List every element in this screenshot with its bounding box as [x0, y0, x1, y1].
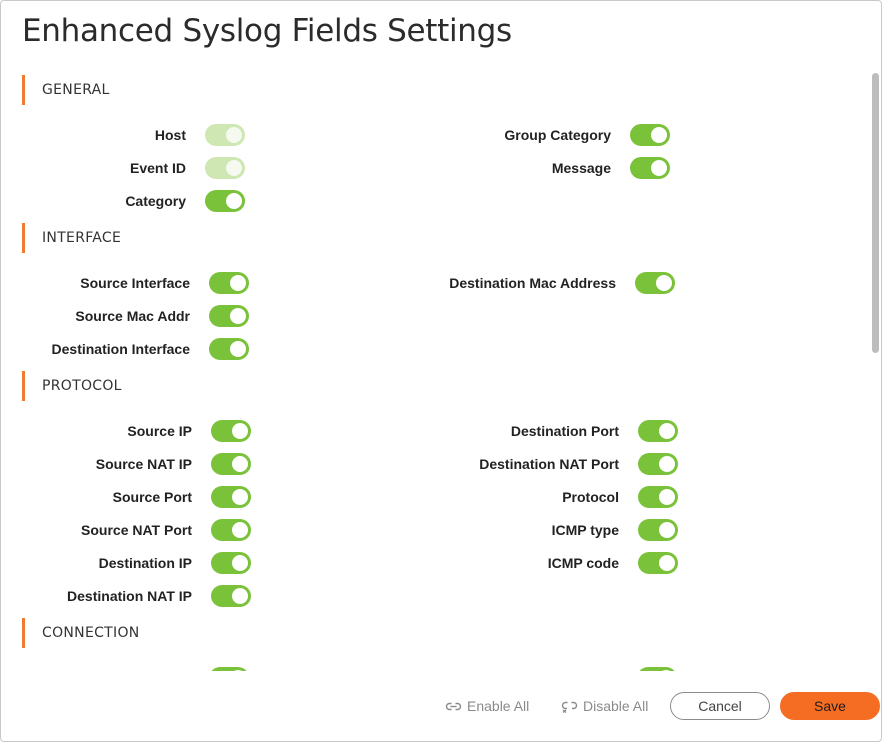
dialog-title: Enhanced Syslog Fields Settings: [22, 13, 512, 49]
section-header-general: GENERAL: [22, 75, 110, 105]
toggle-knob: [230, 308, 246, 324]
disable-all-button[interactable]: Disable All: [561, 698, 648, 714]
settings-scroll-area[interactable]: GENERAL Host Event ID Category Group Cat…: [1, 71, 869, 671]
save-button[interactable]: Save: [780, 692, 880, 720]
toggle-knob: [659, 522, 675, 538]
toggle-destination-ip[interactable]: [211, 552, 251, 574]
toggle-knob: [226, 127, 242, 143]
enable-all-label: Enable All: [467, 698, 530, 714]
toggle-icmp-type[interactable]: [638, 519, 678, 541]
toggle-source-nat-ip[interactable]: [211, 453, 251, 475]
field-label-source-nat-ip: Source NAT IP: [95, 456, 192, 472]
field-label-source-mac-addr: Source Mac Addr: [75, 308, 190, 324]
toggle-host[interactable]: [205, 124, 245, 146]
toggle-knob: [232, 489, 248, 505]
field-label-destination-interface: Destination Interface: [51, 341, 190, 357]
toggle-knob: [659, 489, 675, 505]
toggle-knob: [232, 456, 248, 472]
toggle-knob: [651, 127, 667, 143]
toggle-knob: [226, 160, 242, 176]
toggle-knob: [658, 670, 674, 671]
toggle-knob: [232, 588, 248, 604]
field-label-event-id: Event ID: [129, 160, 186, 176]
enable-all-button[interactable]: Enable All: [445, 698, 529, 714]
toggle-source-nat-port[interactable]: [211, 519, 251, 541]
field-label-source-nat-port: Source NAT Port: [81, 522, 192, 538]
toggle-knob: [230, 670, 246, 671]
toggle-destination-nat-ip[interactable]: [211, 585, 251, 607]
field-label-host: Host: [154, 127, 186, 143]
toggle-knob: [230, 341, 246, 357]
cancel-button[interactable]: Cancel: [670, 692, 770, 720]
field-label-destination-nat-port: Destination NAT Port: [479, 456, 619, 472]
section-header-connection: CONNECTION: [22, 618, 140, 648]
field-label-destination-mac-address: Destination Mac Address: [449, 275, 616, 291]
toggle-connection-partial-right[interactable]: [637, 667, 677, 671]
field-label-message: Message: [551, 160, 611, 176]
field-label-group-category: Group Category: [504, 127, 611, 143]
toggle-knob: [659, 423, 675, 439]
toggle-knob: [232, 555, 248, 571]
toggle-icmp-code[interactable]: [638, 552, 678, 574]
field-label-destination-ip: Destination IP: [98, 555, 192, 571]
field-label-source-ip: Source IP: [127, 423, 192, 439]
toggle-event-id[interactable]: [205, 157, 245, 179]
toggle-knob: [659, 456, 675, 472]
toggle-group-category[interactable]: [630, 124, 670, 146]
field-label-protocol: Protocol: [562, 489, 619, 505]
scrollbar-thumb[interactable]: [872, 73, 879, 353]
toggle-destination-port[interactable]: [638, 420, 678, 442]
toggle-protocol[interactable]: [638, 486, 678, 508]
section-header-interface: INTERFACE: [22, 223, 121, 253]
toggle-knob: [232, 423, 248, 439]
field-label-destination-port: Destination Port: [510, 423, 619, 439]
toggle-destination-mac-address[interactable]: [635, 272, 675, 294]
toggle-knob: [651, 160, 667, 176]
field-label-icmp-type: ICMP type: [551, 522, 619, 538]
link-icon: [445, 702, 462, 711]
toggle-source-port[interactable]: [211, 486, 251, 508]
field-label-source-port: Source Port: [112, 489, 192, 505]
toggle-knob: [656, 275, 672, 291]
dialog-footer: Enable All Disable All Cancel Save: [1, 677, 881, 737]
toggle-source-mac-addr[interactable]: [209, 305, 249, 327]
disable-all-label: Disable All: [583, 698, 649, 714]
toggle-destination-nat-port[interactable]: [638, 453, 678, 475]
unlink-icon: [561, 701, 578, 713]
field-label-destination-nat-ip: Destination NAT IP: [67, 588, 192, 604]
toggle-knob: [230, 275, 246, 291]
section-header-protocol: PROTOCOL: [22, 371, 122, 401]
toggle-knob: [226, 193, 242, 209]
toggle-category[interactable]: [205, 190, 245, 212]
toggle-knob: [232, 522, 248, 538]
toggle-destination-interface[interactable]: [209, 338, 249, 360]
enhanced-syslog-dialog: Enhanced Syslog Fields Settings GENERAL …: [0, 0, 882, 742]
field-label-source-interface: Source Interface: [80, 275, 190, 291]
toggle-message[interactable]: [630, 157, 670, 179]
toggle-source-interface[interactable]: [209, 272, 249, 294]
field-label-category: Category: [125, 193, 186, 209]
toggle-knob: [659, 555, 675, 571]
toggle-source-ip[interactable]: [211, 420, 251, 442]
toggle-connection-partial-left[interactable]: [209, 667, 249, 671]
field-label-icmp-code: ICMP code: [547, 555, 619, 571]
